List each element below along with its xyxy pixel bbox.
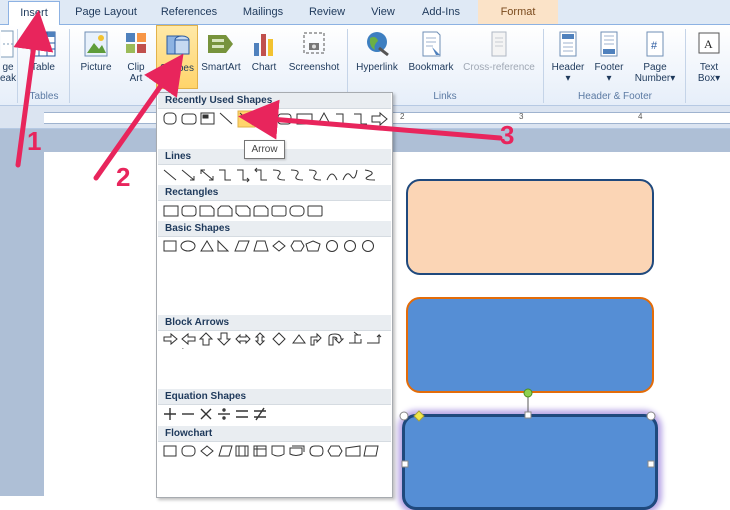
annotation-number-2: 2: [116, 162, 131, 192]
annotation-number-3: 3: [500, 120, 515, 150]
annotation-number-1: 1: [27, 126, 42, 156]
annotation-arrow-2: [93, 53, 184, 181]
annotation-overlay: [13, 10, 503, 181]
annotation-arrow-3: [238, 99, 503, 141]
